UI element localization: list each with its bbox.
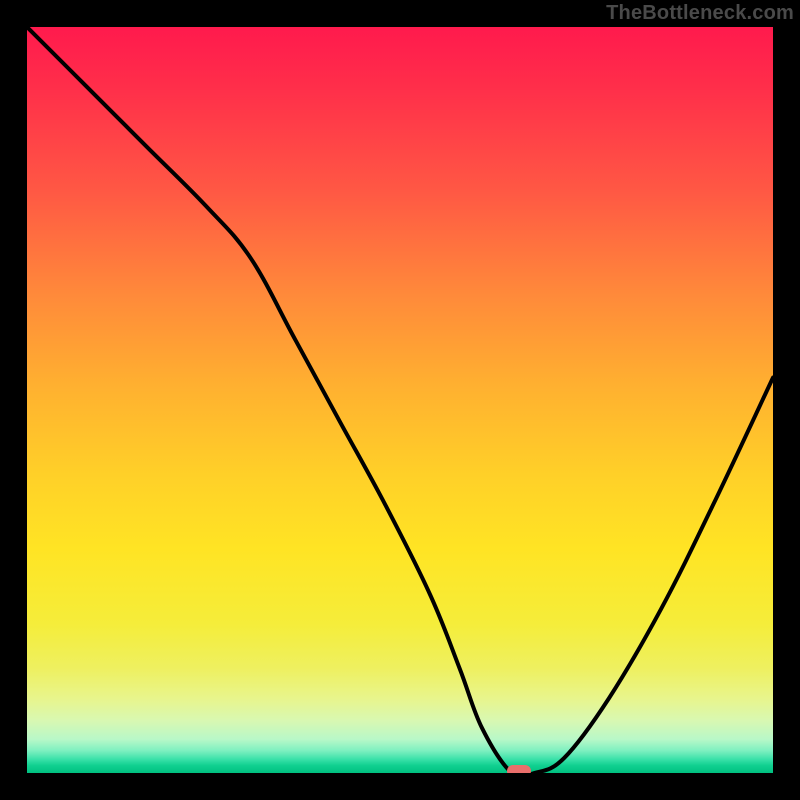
chart-frame: TheBottleneck.com (0, 0, 800, 800)
plot-area (27, 27, 773, 773)
watermark-text: TheBottleneck.com (606, 2, 794, 25)
bottleneck-curve (27, 27, 773, 773)
curve-svg (27, 27, 773, 773)
optimal-point-marker (507, 765, 531, 773)
